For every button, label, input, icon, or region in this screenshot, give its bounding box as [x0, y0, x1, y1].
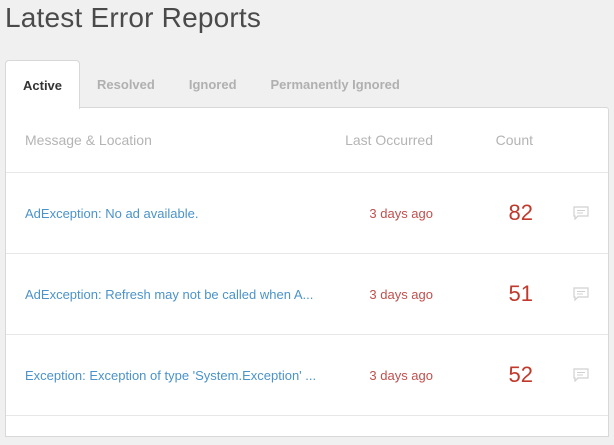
- header-message[interactable]: Message & Location: [25, 108, 345, 172]
- comment-icon[interactable]: [570, 335, 592, 415]
- error-message-link[interactable]: AdException: Refresh may not be called w…: [25, 254, 313, 334]
- table-row[interactable]: AdException: Refresh may not be called w…: [6, 254, 608, 335]
- tab-bar: Active Resolved Ignored Permanently Igno…: [5, 60, 417, 109]
- last-occurred: 3 days ago: [369, 367, 433, 383]
- error-count: 52: [508, 362, 533, 387]
- error-message-link[interactable]: Exception: Exception of type 'System.Exc…: [25, 335, 316, 415]
- error-count: 82: [508, 200, 533, 225]
- header-last-occurred[interactable]: Last Occurred: [336, 108, 433, 172]
- last-occurred: 3 days ago: [369, 205, 433, 221]
- error-message-link[interactable]: AdException: No ad available.: [25, 173, 198, 253]
- error-count: 51: [508, 281, 533, 306]
- tab-ignored[interactable]: Ignored: [172, 60, 254, 108]
- tab-resolved[interactable]: Resolved: [80, 60, 172, 108]
- tab-active[interactable]: Active: [5, 60, 81, 109]
- table-row[interactable]: AdException: No ad available. 3 days ago…: [6, 173, 608, 254]
- last-occurred: 3 days ago: [369, 286, 433, 302]
- tab-permanently-ignored[interactable]: Permanently Ignored: [254, 60, 417, 108]
- page-title: Latest Error Reports: [5, 2, 262, 33]
- header-count[interactable]: Count: [466, 108, 533, 172]
- table-header-row: Message & Location Last Occurred Count: [6, 108, 608, 173]
- comment-icon[interactable]: [570, 173, 592, 253]
- error-reports-table: Message & Location Last Occurred Count A…: [5, 107, 609, 437]
- table-row[interactable]: Exception: Exception of type 'System.Exc…: [6, 335, 608, 416]
- comment-icon[interactable]: [570, 254, 592, 334]
